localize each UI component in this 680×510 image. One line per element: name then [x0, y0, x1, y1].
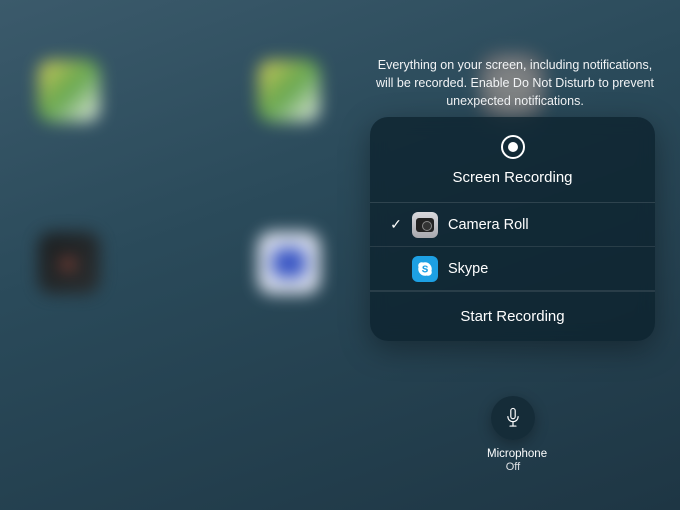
microphone-icon	[504, 407, 522, 429]
panel-header: Screen Recording	[370, 117, 655, 203]
destination-label: Camera Roll	[448, 217, 529, 233]
recording-info-text: Everything on your screen, including not…	[370, 56, 660, 110]
microphone-control: Microphone Off	[487, 396, 539, 473]
background-app-icon	[258, 60, 320, 122]
panel-title: Screen Recording	[452, 169, 572, 186]
microphone-state: Off	[487, 461, 539, 473]
background-app-icon	[38, 60, 100, 122]
skype-icon	[412, 256, 438, 282]
microphone-toggle-button[interactable]	[491, 396, 535, 440]
destination-option-skype[interactable]: Skype	[370, 247, 655, 291]
start-recording-label: Start Recording	[460, 308, 564, 325]
destination-option-camera-roll[interactable]: ✓ Camera Roll	[370, 203, 655, 247]
microphone-label: Microphone	[487, 447, 539, 461]
background-app-icon	[258, 232, 320, 294]
screen-recording-panel: Screen Recording ✓ Camera Roll Skype Sta…	[370, 117, 655, 341]
camera-icon	[412, 212, 438, 238]
start-recording-button[interactable]: Start Recording	[370, 291, 655, 341]
record-icon	[501, 135, 525, 159]
destination-label: Skype	[448, 261, 488, 277]
background-app-icon	[38, 232, 100, 294]
screen-recording-context-menu: Everything on your screen, including not…	[0, 0, 680, 510]
checkmark-icon: ✓	[386, 216, 406, 233]
